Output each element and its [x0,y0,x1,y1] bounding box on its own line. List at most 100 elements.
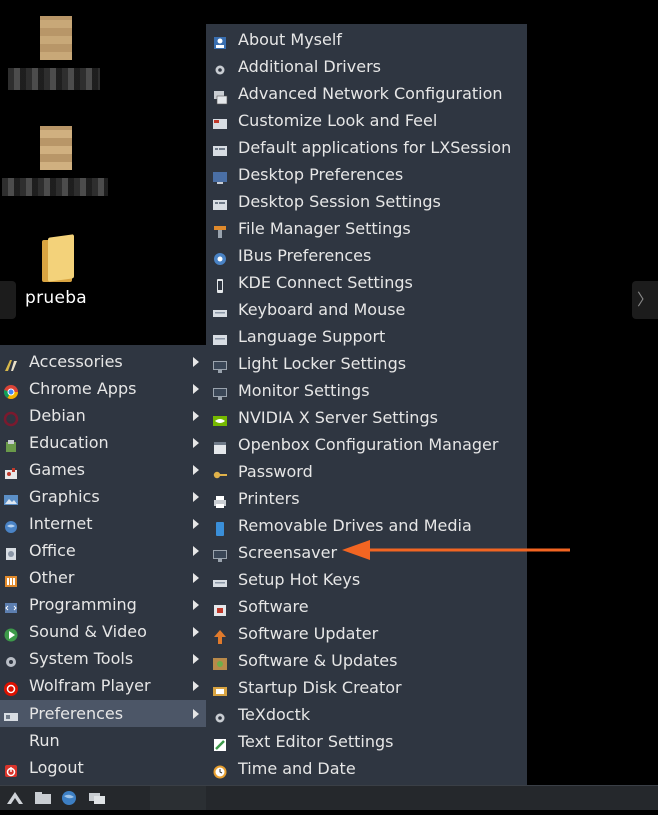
other-icon [3,570,19,587]
submenu-arrow-icon [193,384,199,394]
menu-item-logout[interactable]: Logout [0,754,207,781]
menu-item-startup-disk-creator[interactable]: Startup Disk Creator [206,674,527,701]
menu-item-label: Keyboard and Mouse [238,300,406,319]
menu-item-label: Password [238,462,313,481]
menu-item-kde-connect-settings[interactable]: KDE Connect Settings [206,269,527,296]
menu-item-system-tools[interactable]: System Tools [0,645,207,672]
menu-item-language-support[interactable]: Language Support [206,323,527,350]
file-manager-icon [212,221,228,238]
submenu-arrow-icon [193,654,199,664]
menu-item-advanced-network-configuration[interactable]: Advanced Network Configuration [206,80,527,107]
about-me-icon [212,32,228,49]
programming-icon [3,597,19,613]
menu-item-label: Software Updater [238,624,379,643]
menu-item-office[interactable]: Office [0,537,207,564]
menu-item-label: Screensaver [238,543,338,562]
menu-item-wolfram-player[interactable]: Wolfram Player [0,672,207,699]
updater-icon [212,626,228,644]
sound-video-icon [3,624,19,642]
taskbar-window-area[interactable] [150,786,206,810]
menu-item-customize-look-and-feel[interactable]: Customize Look and Feel [206,107,527,134]
menu-item-label: Setup Hot Keys [238,570,361,589]
key-icon [212,464,228,480]
menu-item-nvidia-x-server-settings[interactable]: NVIDIA X Server Settings [206,404,527,431]
menu-item-other[interactable]: Other [0,564,207,591]
left-edge-handle[interactable] [0,281,16,319]
menu-item-ibus-preferences[interactable]: IBus Preferences [206,242,527,269]
menu-item-label: Education [29,433,109,452]
menu-item-label: Sound & Video [29,622,147,641]
system-tools-icon [3,651,19,667]
menu-item-label: Text Editor Settings [238,732,394,751]
menu-item-accessories[interactable]: Accessories [0,348,207,375]
menu-item-label: Graphics [29,487,100,506]
menu-item-software-and-updates[interactable]: Software & Updates [206,647,527,674]
preferences-icon [3,706,19,722]
submenu-arrow-icon [193,600,199,610]
menu-item-file-manager-settings[interactable]: File Manager Settings [206,215,527,242]
menu-item-software[interactable]: Software [206,593,527,620]
menu-item-desktop-preferences[interactable]: Desktop Preferences [206,161,527,188]
menu-item-label: Office [29,541,76,560]
menu-item-software-updater[interactable]: Software Updater [206,620,527,647]
software-icon [212,599,228,616]
menu-item-label: Chrome Apps [29,379,137,398]
menu-item-debian[interactable]: Debian [0,402,207,429]
appearance-icon [212,113,228,129]
menu-item-printers[interactable]: Printers [206,485,527,512]
submenu-arrow-icon [193,411,199,421]
menu-item-removable-drives-and-media[interactable]: Removable Drives and Media [206,512,527,539]
menu-item-run[interactable]: Run [0,727,207,754]
menu-item-label: File Manager Settings [238,219,411,238]
menu-item-chrome-apps[interactable]: Chrome Apps [0,375,207,402]
gear-icon [212,59,228,75]
menu-item-programming[interactable]: Programming [0,591,207,618]
menu-item-sound-and-video[interactable]: Sound & Video [0,618,207,645]
preferences-submenu: About Myself Additional Drivers Advanced N… [206,24,527,809]
menu-item-label: Desktop Session Settings [238,192,441,211]
menu-item-label: Printers [238,489,300,508]
menu-item-texdoctk[interactable]: TeXdoctk [206,701,527,728]
submenu-arrow-icon [193,627,199,637]
menu-item-label: Monitor Settings [238,381,370,400]
menu-item-games[interactable]: Games [0,456,207,483]
submenu-arrow-icon [193,465,199,475]
menu-launcher-icon[interactable] [6,790,24,806]
menu-item-text-editor-settings[interactable]: Text Editor Settings [206,728,527,755]
menu-item-preferences[interactable]: Preferences [0,700,207,727]
keyboard-icon [212,302,228,318]
menu-item-graphics[interactable]: Graphics [0,483,207,510]
menu-item-label: Advanced Network Configuration [238,84,503,103]
monitor-icon [212,545,228,562]
file-manager-icon[interactable] [34,790,52,806]
network-icon [212,86,228,105]
right-edge-handle[interactable]: 〉 [632,281,658,319]
monitor-icon [212,383,228,400]
menu-item-desktop-session-settings[interactable]: Desktop Session Settings [206,188,527,215]
pixelated-icon [40,126,72,170]
accessories-icon [3,354,19,371]
menu-item-light-locker-settings[interactable]: Light Locker Settings [206,350,527,377]
menu-item-monitor-settings[interactable]: Monitor Settings [206,377,527,404]
submenu-arrow-icon [193,519,199,529]
show-desktop-icon[interactable] [88,790,106,806]
folder-icon[interactable] [42,234,74,282]
menu-item-internet[interactable]: Internet [0,510,207,537]
menu-item-about-myself[interactable]: About Myself [206,26,527,53]
submenu-arrow-icon [193,357,199,367]
clock-icon [212,761,228,779]
menu-item-time-and-date[interactable]: Time and Date [206,755,527,782]
menu-item-keyboard-and-mouse[interactable]: Keyboard and Mouse [206,296,527,323]
pixelated-label [8,68,100,90]
submenu-arrow-icon [193,492,199,502]
annotation-arrow [342,540,570,560]
web-browser-icon[interactable] [60,790,78,806]
menu-item-password[interactable]: Password [206,458,527,485]
menu-item-label: Additional Drivers [238,57,381,76]
menu-item-education[interactable]: Education [0,429,207,456]
debian-icon [3,408,19,427]
menu-item-openbox-configuration-manager[interactable]: Openbox Configuration Manager [206,431,527,458]
menu-item-setup-hot-keys[interactable]: Setup Hot Keys [206,566,527,593]
menu-item-additional-drivers[interactable]: Additional Drivers [206,53,527,80]
menu-item-default-applications-for-lxsession[interactable]: Default applications for LXSession [206,134,527,161]
